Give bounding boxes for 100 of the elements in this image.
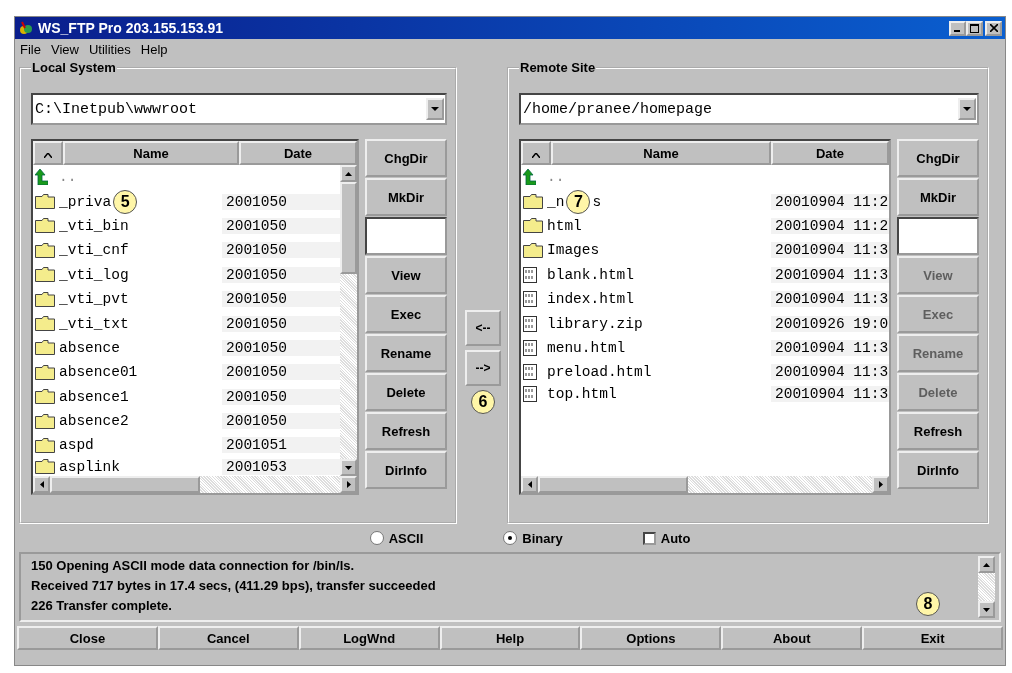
- file-name[interactable]: top.html: [547, 385, 617, 402]
- column-header[interactable]: Date: [239, 141, 357, 165]
- file-name[interactable]: blank.html: [547, 266, 634, 283]
- checkbox[interactable]: [642, 531, 656, 545]
- file-date: 2001050: [222, 217, 340, 234]
- command-field[interactable]: [897, 217, 979, 255]
- sort-button[interactable]: [33, 141, 63, 165]
- bottom-button[interactable]: LogWnd: [298, 626, 440, 650]
- menu-item[interactable]: Help: [140, 42, 168, 57]
- file-date: 20010904 11:3: [771, 385, 889, 402]
- file-name[interactable]: html: [547, 217, 582, 234]
- file-date: 20010926 19:0: [771, 315, 889, 332]
- folder-icon: [35, 316, 55, 332]
- transfer-button[interactable]: <--: [465, 310, 501, 346]
- file-name[interactable]: _vti_pvt: [59, 291, 129, 308]
- file-name[interactable]: _n: [547, 193, 565, 210]
- file-name[interactable]: _priva: [59, 193, 112, 210]
- close-button[interactable]: [985, 20, 1002, 36]
- folder-icon: [35, 291, 55, 307]
- file-name[interactable]: preload.html: [547, 364, 652, 381]
- bottom-button[interactable]: About: [721, 626, 863, 650]
- action-button[interactable]: Refresh: [365, 412, 447, 450]
- scroll-down-icon: [345, 465, 352, 470]
- vertical-scrollbar[interactable]: [340, 165, 357, 476]
- horizontal-scrollbar[interactable]: [33, 476, 357, 493]
- file-name[interactable]: index.html: [547, 291, 634, 308]
- file-date: 2001050: [222, 413, 340, 430]
- action-button[interactable]: Exec: [365, 295, 447, 333]
- sort-button[interactable]: [521, 141, 551, 165]
- file-name[interactable]: absence1: [59, 388, 129, 405]
- folder-icon: [35, 413, 55, 429]
- file-date: 2001050: [222, 339, 340, 356]
- option-label: Binary: [522, 530, 563, 546]
- scroll-up-icon: [345, 171, 352, 176]
- menu-item[interactable]: File: [20, 42, 41, 57]
- menu-item[interactable]: Utilities: [88, 42, 131, 57]
- folder-icon: [523, 218, 543, 234]
- action-button[interactable]: View: [365, 256, 447, 294]
- file-name[interactable]: asplink: [59, 458, 120, 475]
- file-name[interactable]: ..: [547, 169, 565, 186]
- radio-button[interactable]: [369, 531, 384, 545]
- action-button[interactable]: Refresh: [897, 412, 979, 450]
- file-name[interactable]: library.zip: [547, 315, 643, 332]
- bottom-button[interactable]: Exit: [862, 626, 1003, 650]
- folder-icon: [35, 194, 55, 210]
- action-button[interactable]: Rename: [365, 334, 447, 372]
- scroll-left-icon: [527, 481, 532, 488]
- horizontal-scrollbar[interactable]: [521, 476, 889, 493]
- radio-button[interactable]: [503, 531, 518, 545]
- action-button[interactable]: MkDir: [365, 178, 447, 216]
- file-date: 2001050: [222, 388, 340, 405]
- path-dropdown[interactable]: /home/pranee/homepage: [519, 93, 979, 125]
- option-label: ASCII: [388, 530, 424, 546]
- vertical-scrollbar[interactable]: [978, 556, 995, 618]
- action-button[interactable]: DirInfo: [365, 451, 447, 489]
- command-field[interactable]: [365, 217, 447, 255]
- up-arrow-icon: [523, 169, 536, 186]
- action-button[interactable]: Delete: [365, 373, 447, 411]
- callout-badge: 7: [566, 189, 591, 214]
- log-line: 150 Opening ASCII mode data connection for /bin/ls.: [31, 557, 356, 575]
- menu-item[interactable]: View: [50, 42, 79, 57]
- bottom-button[interactable]: Help: [439, 626, 581, 650]
- callout-badge: 5: [113, 189, 138, 214]
- column-header[interactable]: Date: [771, 141, 889, 165]
- file-name[interactable]: absence2: [59, 413, 129, 430]
- transfer-button[interactable]: -->: [465, 350, 501, 386]
- bottom-button[interactable]: Options: [580, 626, 722, 650]
- bottom-button[interactable]: Close: [17, 626, 158, 650]
- action-button[interactable]: DirInfo: [897, 451, 979, 489]
- group-title: Remote Site: [519, 60, 597, 75]
- file-name[interactable]: _vti_txt: [59, 315, 129, 332]
- column-header[interactable]: Name: [63, 141, 239, 165]
- file-name[interactable]: ..: [59, 169, 77, 186]
- file-name[interactable]: menu.html: [547, 339, 626, 356]
- scroll-right-icon: [346, 481, 351, 488]
- file-name[interactable]: aspd: [59, 437, 94, 454]
- file-name[interactable]: absence: [59, 339, 120, 356]
- maximize-icon: [970, 23, 979, 33]
- action-button[interactable]: MkDir: [897, 178, 979, 216]
- file-name[interactable]: _vti_bin: [59, 217, 129, 234]
- dropdown-arrow-icon: [963, 106, 971, 112]
- file-name[interactable]: s: [592, 193, 602, 210]
- caret-up-icon: [44, 152, 52, 158]
- file-name[interactable]: _vti_log: [59, 266, 129, 283]
- action-button[interactable]: ChgDir: [897, 139, 979, 177]
- file-name[interactable]: Images: [547, 242, 600, 259]
- file-name[interactable]: _vti_cnf: [59, 242, 129, 259]
- file-name[interactable]: absence01: [59, 364, 138, 381]
- file-date: 20010904 11:3: [771, 291, 889, 308]
- binary-file-icon: [523, 385, 537, 402]
- file-date: 2001050: [222, 266, 340, 283]
- path-dropdown[interactable]: C:\Inetpub\wwwroot: [31, 93, 447, 125]
- file-date: 20010904 11:3: [771, 266, 889, 283]
- maximize-button[interactable]: [966, 20, 983, 36]
- column-header[interactable]: Name: [551, 141, 771, 165]
- action-button[interactable]: ChgDir: [365, 139, 447, 177]
- option-label: Auto: [660, 530, 691, 546]
- folder-icon: [35, 438, 55, 453]
- bottom-button[interactable]: Cancel: [157, 626, 299, 650]
- minimize-button[interactable]: [949, 20, 966, 36]
